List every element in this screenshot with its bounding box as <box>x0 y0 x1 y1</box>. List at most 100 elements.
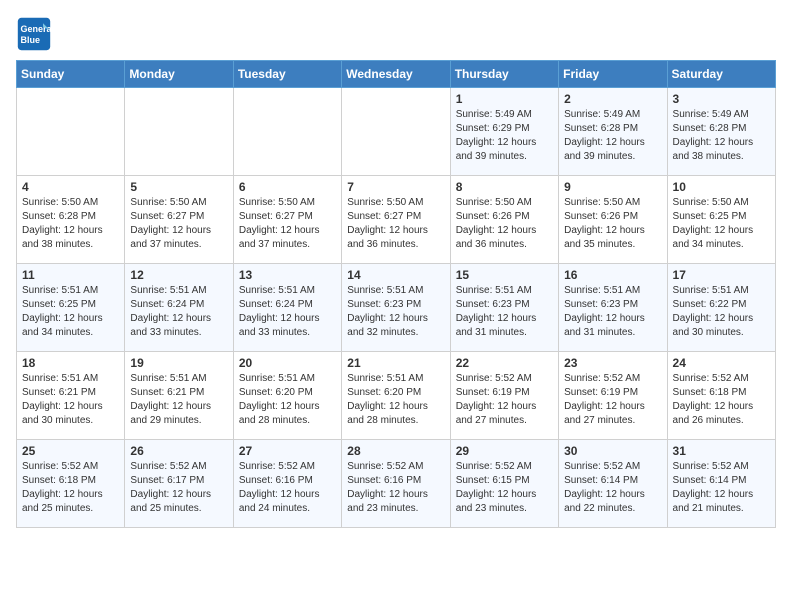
day-number: 27 <box>239 444 336 458</box>
day-info: Sunrise: 5:52 AM Sunset: 6:18 PM Dayligh… <box>22 460 119 516</box>
day-info: Sunrise: 5:49 AM Sunset: 6:28 PM Dayligh… <box>564 108 661 164</box>
day-number: 13 <box>239 268 336 282</box>
day-number: 15 <box>456 268 553 282</box>
day-number: 1 <box>456 92 553 106</box>
calendar-cell: 16 Sunrise: 5:51 AM Sunset: 6:23 PM Dayli… <box>559 264 667 352</box>
calendar-week-row: 1 Sunrise: 5:49 AM Sunset: 6:29 PM Daylig… <box>17 88 776 176</box>
day-number: 19 <box>130 356 227 370</box>
calendar-cell: 20 Sunrise: 5:51 AM Sunset: 6:20 PM Dayli… <box>233 352 341 440</box>
svg-text:Blue: Blue <box>21 35 41 45</box>
day-info: Sunrise: 5:52 AM Sunset: 6:16 PM Dayligh… <box>347 460 444 516</box>
day-info: Sunrise: 5:50 AM Sunset: 6:27 PM Dayligh… <box>347 196 444 252</box>
day-info: Sunrise: 5:51 AM Sunset: 6:25 PM Dayligh… <box>22 284 119 340</box>
calendar-cell: 12Sunrise: 5:51 AM Sunset: 6:24 PM Dayli… <box>125 264 233 352</box>
day-info: Sunrise: 5:51 AM Sunset: 6:21 PM Dayligh… <box>130 372 227 428</box>
day-info: Sunrise: 5:51 AM Sunset: 6:24 PM Dayligh… <box>130 284 227 340</box>
day-number: 16 <box>564 268 661 282</box>
day-number: 4 <box>22 180 119 194</box>
day-info: Sunrise: 5:49 AM Sunset: 6:29 PM Dayligh… <box>456 108 553 164</box>
day-info: Sunrise: 5:52 AM Sunset: 6:18 PM Dayligh… <box>673 372 770 428</box>
calendar-cell: 18Sunrise: 5:51 AM Sunset: 6:21 PM Dayli… <box>17 352 125 440</box>
day-number: 28 <box>347 444 444 458</box>
day-info: Sunrise: 5:51 AM Sunset: 6:24 PM Dayligh… <box>239 284 336 340</box>
calendar-cell: 1 Sunrise: 5:49 AM Sunset: 6:29 PM Daylig… <box>450 88 558 176</box>
calendar-cell: 3 Sunrise: 5:49 AM Sunset: 6:28 PM Daylig… <box>667 88 775 176</box>
logo: General Blue <box>16 16 52 52</box>
calendar-cell: 24Sunrise: 5:52 AM Sunset: 6:18 PM Dayli… <box>667 352 775 440</box>
header-wednesday: Wednesday <box>342 61 450 88</box>
header-sunday: Sunday <box>17 61 125 88</box>
day-number: 2 <box>564 92 661 106</box>
calendar-cell: 17Sunrise: 5:51 AM Sunset: 6:22 PM Dayli… <box>667 264 775 352</box>
day-number: 26 <box>130 444 227 458</box>
day-number: 22 <box>456 356 553 370</box>
day-number: 21 <box>347 356 444 370</box>
day-info: Sunrise: 5:51 AM Sunset: 6:23 PM Dayligh… <box>456 284 553 340</box>
calendar-cell <box>233 88 341 176</box>
calendar-cell: 29 Sunrise: 5:52 AM Sunset: 6:15 PM Dayli… <box>450 440 558 528</box>
calendar-week-row: 25 Sunrise: 5:52 AM Sunset: 6:18 PM Dayli… <box>17 440 776 528</box>
day-info: Sunrise: 5:49 AM Sunset: 6:28 PM Dayligh… <box>673 108 770 164</box>
day-number: 25 <box>22 444 119 458</box>
header-thursday: Thursday <box>450 61 558 88</box>
calendar-cell: 21 Sunrise: 5:51 AM Sunset: 6:20 PM Dayli… <box>342 352 450 440</box>
day-info: Sunrise: 5:52 AM Sunset: 6:14 PM Dayligh… <box>564 460 661 516</box>
day-info: Sunrise: 5:50 AM Sunset: 6:25 PM Dayligh… <box>673 196 770 252</box>
day-info: Sunrise: 5:52 AM Sunset: 6:17 PM Dayligh… <box>130 460 227 516</box>
day-number: 30 <box>564 444 661 458</box>
calendar-cell: 19 Sunrise: 5:51 AM Sunset: 6:21 PM Dayli… <box>125 352 233 440</box>
calendar-cell: 15 Sunrise: 5:51 AM Sunset: 6:23 PM Dayli… <box>450 264 558 352</box>
calendar-cell <box>125 88 233 176</box>
calendar-cell: 14 Sunrise: 5:51 AM Sunset: 6:23 PM Dayli… <box>342 264 450 352</box>
day-info: Sunrise: 5:52 AM Sunset: 6:15 PM Dayligh… <box>456 460 553 516</box>
calendar-cell: 8 Sunrise: 5:50 AM Sunset: 6:26 PM Daylig… <box>450 176 558 264</box>
day-info: Sunrise: 5:50 AM Sunset: 6:28 PM Dayligh… <box>22 196 119 252</box>
day-info: Sunrise: 5:50 AM Sunset: 6:26 PM Dayligh… <box>456 196 553 252</box>
day-info: Sunrise: 5:50 AM Sunset: 6:27 PM Dayligh… <box>239 196 336 252</box>
day-number: 7 <box>347 180 444 194</box>
calendar-cell: 5Sunrise: 5:50 AM Sunset: 6:27 PM Daylig… <box>125 176 233 264</box>
day-info: Sunrise: 5:51 AM Sunset: 6:23 PM Dayligh… <box>564 284 661 340</box>
day-number: 14 <box>347 268 444 282</box>
calendar-cell <box>342 88 450 176</box>
calendar-cell: 2 Sunrise: 5:49 AM Sunset: 6:28 PM Daylig… <box>559 88 667 176</box>
calendar-cell: 28 Sunrise: 5:52 AM Sunset: 6:16 PM Dayli… <box>342 440 450 528</box>
day-info: Sunrise: 5:51 AM Sunset: 6:22 PM Dayligh… <box>673 284 770 340</box>
header: General Blue <box>16 16 776 52</box>
day-info: Sunrise: 5:51 AM Sunset: 6:20 PM Dayligh… <box>239 372 336 428</box>
day-number: 10 <box>673 180 770 194</box>
calendar-cell: 9 Sunrise: 5:50 AM Sunset: 6:26 PM Daylig… <box>559 176 667 264</box>
header-friday: Friday <box>559 61 667 88</box>
calendar-week-row: 11Sunrise: 5:51 AM Sunset: 6:25 PM Dayli… <box>17 264 776 352</box>
header-saturday: Saturday <box>667 61 775 88</box>
calendar-cell: 22 Sunrise: 5:52 AM Sunset: 6:19 PM Dayli… <box>450 352 558 440</box>
day-info: Sunrise: 5:52 AM Sunset: 6:16 PM Dayligh… <box>239 460 336 516</box>
calendar-cell: 25 Sunrise: 5:52 AM Sunset: 6:18 PM Dayli… <box>17 440 125 528</box>
day-number: 18 <box>22 356 119 370</box>
calendar-cell: 10 Sunrise: 5:50 AM Sunset: 6:25 PM Dayli… <box>667 176 775 264</box>
day-info: Sunrise: 5:50 AM Sunset: 6:26 PM Dayligh… <box>564 196 661 252</box>
calendar-cell: 31Sunrise: 5:52 AM Sunset: 6:14 PM Dayli… <box>667 440 775 528</box>
day-number: 29 <box>456 444 553 458</box>
calendar-week-row: 18 Sunrise: 5:51 AM Sunset: 6:21 PM Dayli… <box>17 352 776 440</box>
day-number: 23 <box>564 356 661 370</box>
day-number: 8 <box>456 180 553 194</box>
day-info: Sunrise: 5:52 AM Sunset: 6:19 PM Dayligh… <box>456 372 553 428</box>
calendar-cell: 7 Sunrise: 5:50 AM Sunset: 6:27 PM Daylig… <box>342 176 450 264</box>
header-tuesday: Tuesday <box>233 61 341 88</box>
calendar-header-row: SundayMondayTuesdayWednesdayThursdayFrid… <box>17 61 776 88</box>
calendar-cell: 13 Sunrise: 5:51 AM Sunset: 6:24 PM Dayli… <box>233 264 341 352</box>
day-info: Sunrise: 5:51 AM Sunset: 6:20 PM Dayligh… <box>347 372 444 428</box>
day-number: 20 <box>239 356 336 370</box>
svg-text:General: General <box>21 24 53 34</box>
day-number: 9 <box>564 180 661 194</box>
calendar-table: SundayMondayTuesdayWednesdayThursdayFrid… <box>16 60 776 528</box>
calendar-cell: 30 Sunrise: 5:52 AM Sunset: 6:14 PM Dayli… <box>559 440 667 528</box>
calendar-cell: 27 Sunrise: 5:52 AM Sunset: 6:16 PM Dayli… <box>233 440 341 528</box>
calendar-week-row: 4 Sunrise: 5:50 AM Sunset: 6:28 PM Daylig… <box>17 176 776 264</box>
day-info: Sunrise: 5:51 AM Sunset: 6:23 PM Dayligh… <box>347 284 444 340</box>
day-number: 3 <box>673 92 770 106</box>
header-monday: Monday <box>125 61 233 88</box>
calendar-cell <box>17 88 125 176</box>
day-info: Sunrise: 5:50 AM Sunset: 6:27 PM Dayligh… <box>130 196 227 252</box>
